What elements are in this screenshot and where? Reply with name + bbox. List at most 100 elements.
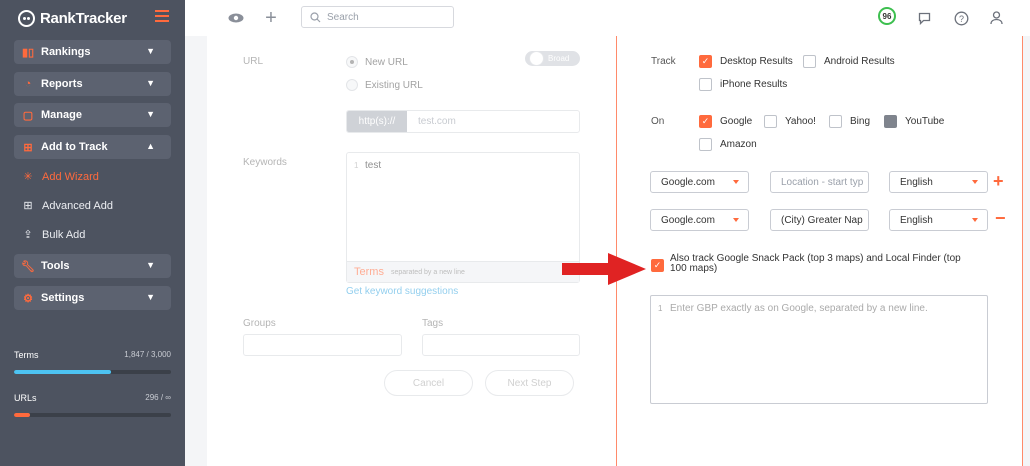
document-gear-icon: ▢ (22, 109, 34, 122)
keyword-text: test (365, 160, 382, 171)
eye-icon[interactable] (227, 9, 245, 27)
checkbox-label: Desktop Results (720, 56, 793, 67)
help-icon[interactable]: ? (952, 9, 970, 27)
toggle-knob (529, 51, 544, 66)
gbp-textarea[interactable]: 1 Enter GBP exactly as on Google, separa… (650, 295, 988, 404)
urls-progress-fill (14, 413, 30, 417)
url-input[interactable]: http(s):// test.com (346, 110, 580, 133)
chevron-down-icon: ▼ (146, 292, 155, 302)
iphone-results-checkbox[interactable]: iPhone Results (699, 78, 787, 91)
yahoo-checkbox[interactable]: Yahoo! (764, 115, 816, 128)
url-label: URL (243, 56, 264, 67)
checkbox-checked: ✓ (651, 259, 664, 272)
nav-settings[interactable]: ⚙ Settings ▼ (14, 286, 171, 310)
nav-manage[interactable]: ▢ Manage ▼ (14, 103, 171, 127)
plus-square-icon: ⊞ (23, 141, 33, 154)
keywords-footer: Terms separated by a new line (347, 261, 579, 282)
google-checkbox[interactable]: ✓ Google (699, 115, 752, 128)
track-label: Track (651, 56, 676, 67)
select-value: English (900, 214, 933, 226)
youtube-checkbox[interactable]: YouTube (884, 115, 944, 128)
url-prefix: http(s):// (347, 111, 407, 132)
nav-label: Tools (41, 260, 70, 272)
hamburger-menu-icon[interactable] (155, 10, 169, 22)
terms-footer-label: Terms (354, 266, 384, 278)
gbp-placeholder: Enter GBP exactly as on Google, separate… (670, 303, 928, 314)
android-results-checkbox[interactable]: Android Results (803, 55, 895, 68)
search-input[interactable]: Search (301, 6, 454, 28)
search-engine-select-1[interactable]: Google.com (650, 171, 749, 193)
sub-item-bulk-add[interactable]: ⇪ Bulk Add (22, 228, 85, 242)
search-engine-select-2[interactable]: Google.com (650, 209, 749, 231)
existing-url-radio[interactable]: Existing URL (346, 79, 423, 91)
select-value: Google.com (661, 214, 715, 226)
logo[interactable]: RankTracker (18, 8, 127, 28)
broad-toggle[interactable]: Broad (525, 51, 580, 66)
nav-tools[interactable]: 🔧︎ Tools ▼ (14, 254, 171, 278)
new-url-radio[interactable]: New URL (346, 56, 408, 68)
radio-label: New URL (365, 56, 408, 68)
checkbox-label: Yahoo! (785, 116, 816, 127)
nav-rankings[interactable]: ▮▯ Rankings ▼ (14, 40, 171, 64)
wrench-icon: 🔧︎ (21, 260, 35, 273)
sidebar: RankTracker ▮▯ Rankings ▼ ◔ Reports ▼ ▢ … (0, 0, 185, 466)
chevron-down-icon: ▼ (146, 78, 155, 88)
location-input-1[interactable]: Location - start typ (770, 171, 869, 193)
checkbox-unchecked (829, 115, 842, 128)
panel-edge (1022, 36, 1023, 466)
cancel-button[interactable]: Cancel (384, 370, 473, 396)
comment-icon[interactable] (915, 9, 933, 27)
line-number: 1 (658, 304, 663, 313)
urls-label: URLs (14, 393, 37, 403)
tags-label: Tags (422, 318, 444, 329)
chevron-down-icon: ▼ (146, 46, 155, 56)
nav-add-to-track[interactable]: ⊞ Add to Track ▲ (14, 135, 171, 159)
keyword-suggestions-link[interactable]: Get keyword suggestions (346, 286, 458, 297)
svg-text:?: ? (958, 14, 963, 24)
add-icon[interactable]: + (262, 7, 280, 29)
nav-reports[interactable]: ◔ Reports ▼ (14, 72, 171, 96)
sub-item-advanced-add[interactable]: ⊞ Advanced Add (22, 199, 113, 213)
logo-icon (18, 9, 35, 27)
bing-checkbox[interactable]: Bing (829, 115, 870, 128)
chevron-down-icon: ▼ (146, 260, 155, 270)
line-number: 1 (354, 161, 359, 170)
user-icon[interactable] (987, 9, 1005, 27)
groups-input[interactable] (243, 334, 402, 356)
terms-label: Terms (14, 350, 39, 360)
location-input-2[interactable]: (City) Greater Nap (770, 209, 869, 231)
keywords-textarea[interactable]: 1 test Terms separated by a new line (346, 152, 580, 283)
bar-chart-icon: ▮▯ (21, 46, 35, 59)
sub-item-add-wizard[interactable]: ✳ Add Wizard (22, 170, 99, 184)
caret-down-icon (733, 180, 739, 184)
checkbox-label: iPhone Results (720, 79, 788, 90)
terms-value: 1,847 / 3,000 (124, 350, 171, 359)
amazon-checkbox[interactable]: Amazon (699, 138, 757, 151)
checkbox-label: Google (720, 116, 753, 127)
search-icon (310, 11, 321, 22)
upload-icon: ⇪ (23, 229, 33, 241)
checkbox-unchecked (764, 115, 777, 128)
language-select-2[interactable]: English (889, 209, 988, 231)
wizard-icon: ✳ (23, 171, 33, 183)
nav-label: Add to Track (41, 141, 108, 153)
snack-pack-checkbox[interactable]: ✓ (651, 259, 664, 272)
checkbox-label: Android Results (824, 56, 895, 67)
sub-item-label: Add Wizard (42, 170, 99, 183)
on-label: On (651, 116, 665, 127)
language-select-1[interactable]: English (889, 171, 988, 193)
score-badge[interactable]: 96 (878, 7, 896, 25)
checkbox-unchecked (699, 78, 712, 91)
brand-name: RankTracker (40, 9, 127, 27)
toggle-label: Broad (548, 54, 570, 63)
checkbox-checked: ✓ (699, 115, 712, 128)
desktop-results-checkbox[interactable]: ✓ Desktop Results (699, 55, 793, 68)
radio-dot (346, 79, 358, 91)
remove-row-icon[interactable]: − (995, 209, 1006, 227)
nav-label: Rankings (41, 46, 91, 58)
add-row-icon[interactable]: + (993, 172, 1004, 190)
tags-input[interactable] (422, 334, 580, 356)
next-step-button[interactable]: Next Step (485, 370, 574, 396)
red-arrow-icon (562, 253, 646, 285)
checkbox-unchecked (803, 55, 816, 68)
